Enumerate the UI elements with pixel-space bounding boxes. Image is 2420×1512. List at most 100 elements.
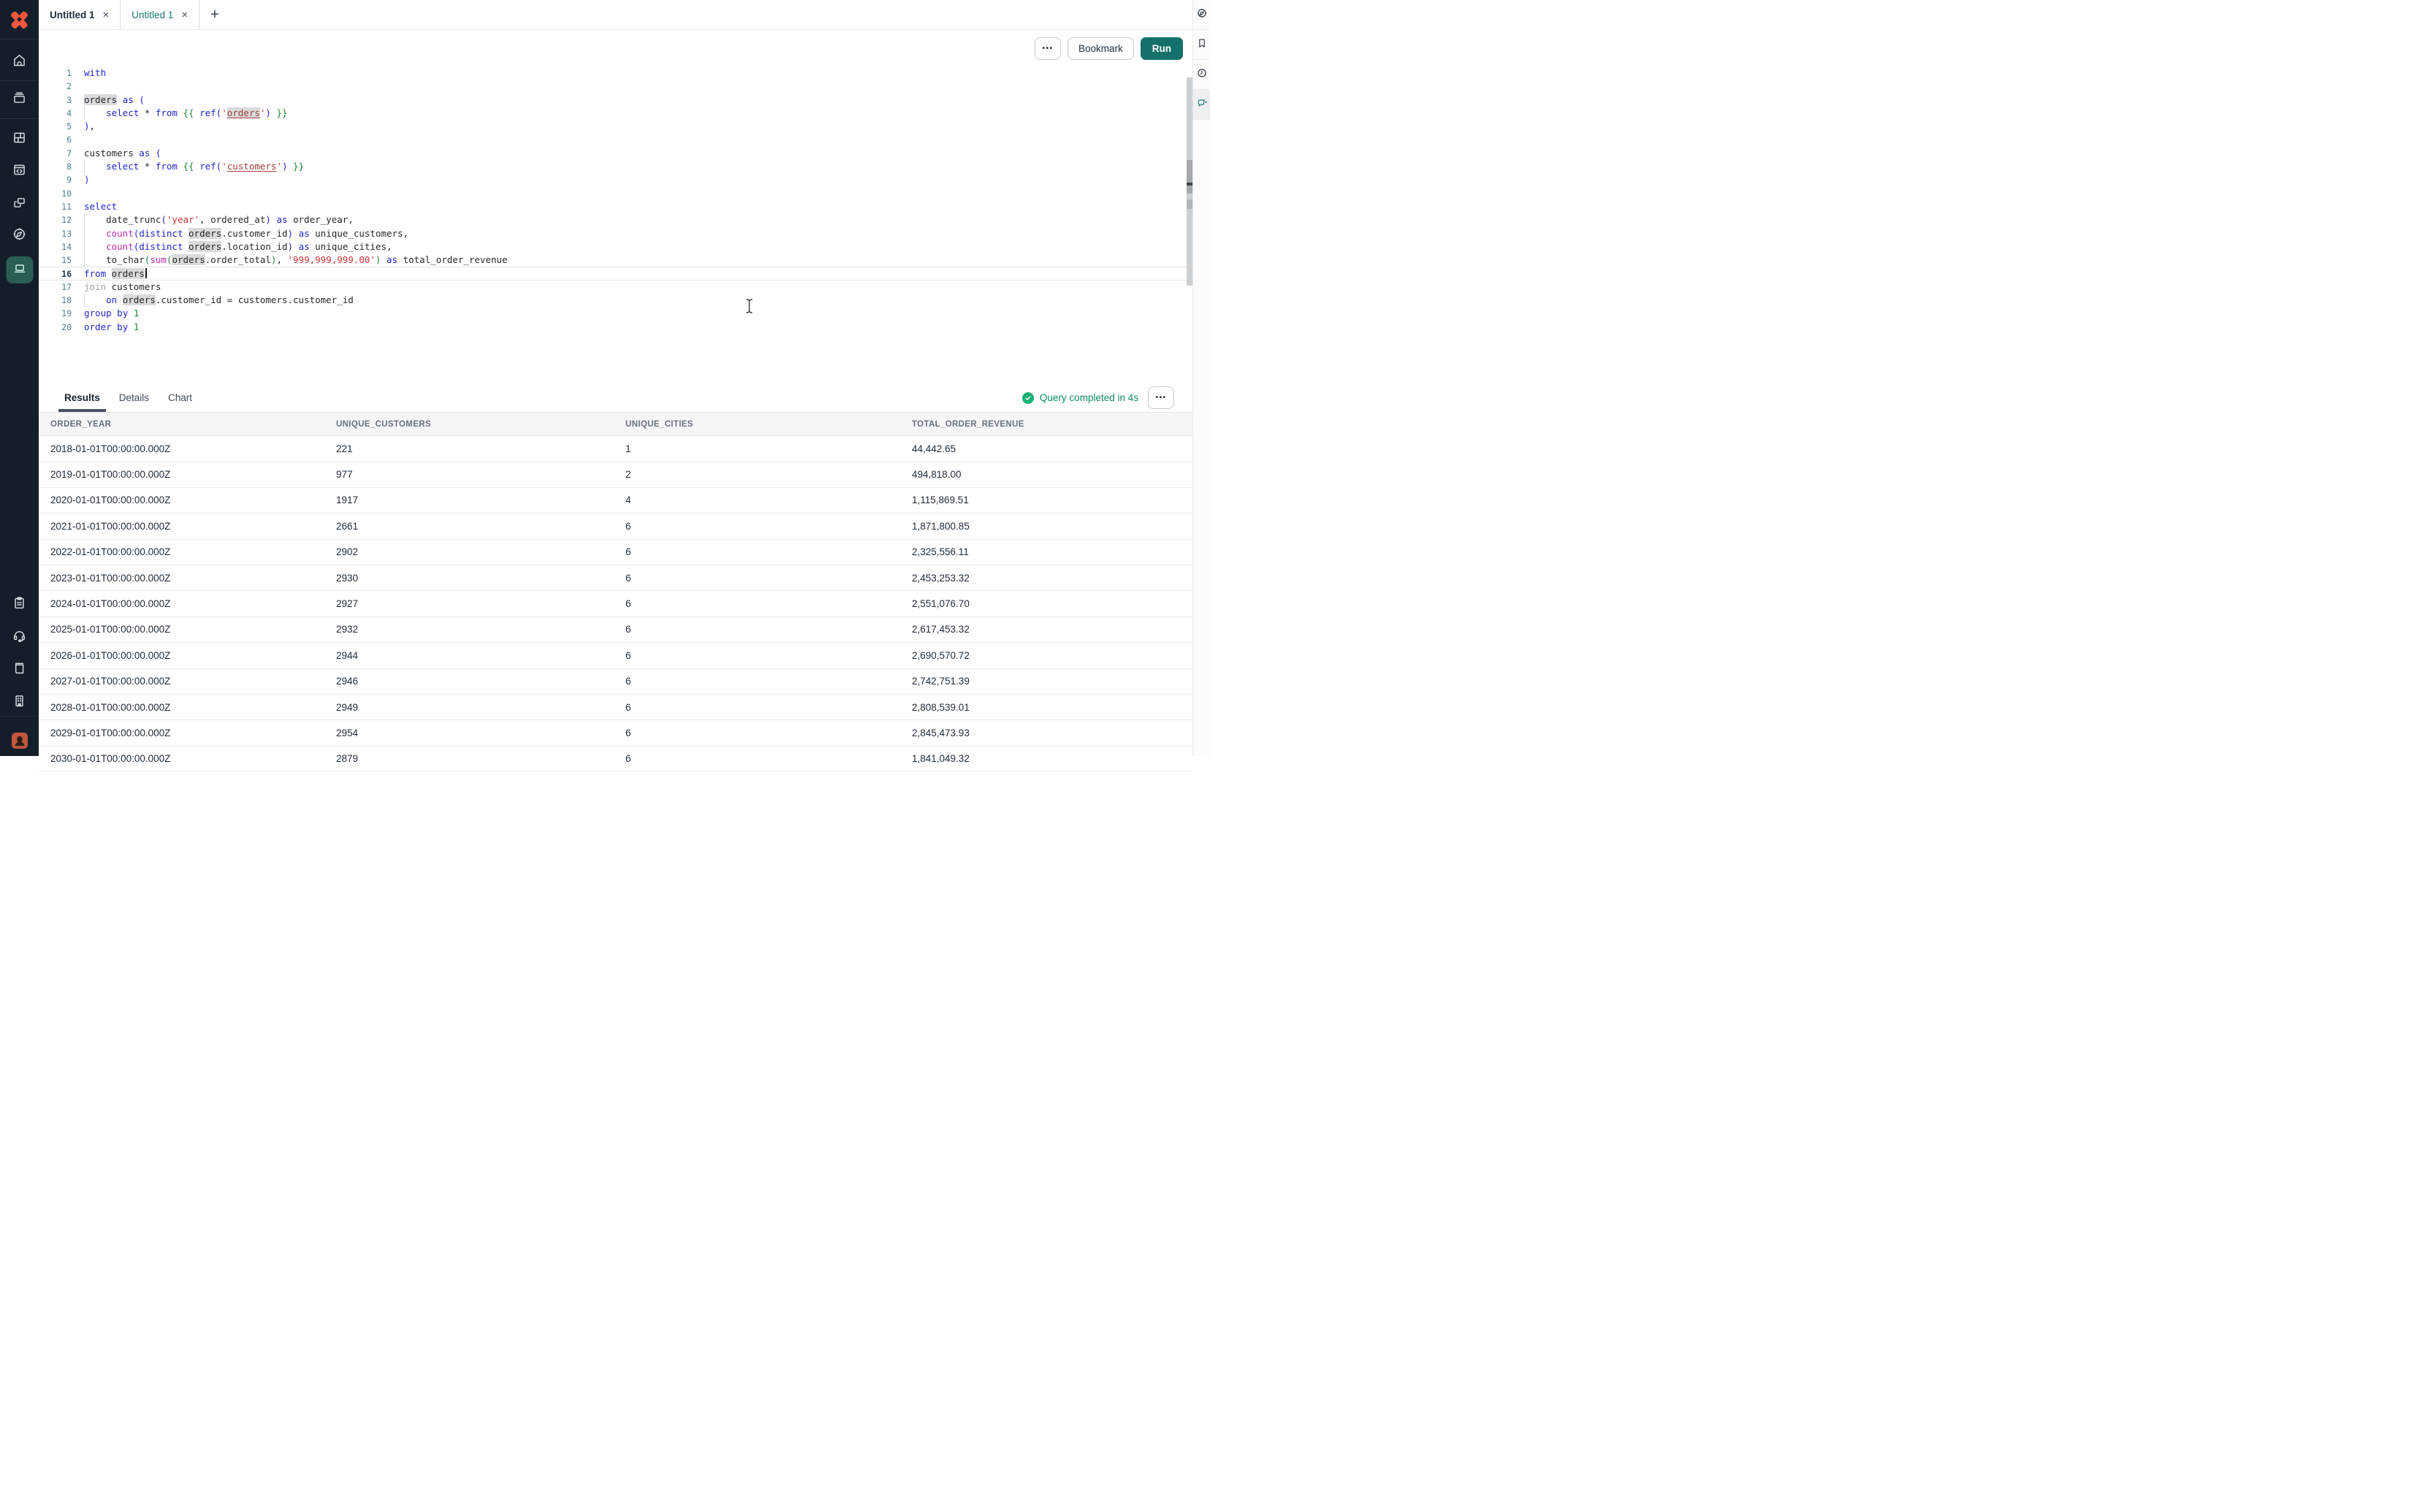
bookmark-button[interactable]: Bookmark bbox=[1068, 37, 1134, 60]
code-token: ' bbox=[221, 107, 227, 118]
right-sidebar-item-bookmark[interactable] bbox=[1193, 30, 1210, 60]
close-tab-icon[interactable]: × bbox=[181, 9, 188, 21]
column-header-total_order_revenue[interactable]: TOTAL_ORDER_REVENUE bbox=[900, 420, 1193, 429]
column-header-order_year[interactable]: ORDER_YEAR bbox=[39, 420, 324, 429]
table-row[interactable]: 2023-01-01T00:00:00.000Z293062,453,253.3… bbox=[39, 565, 1193, 591]
right-sidebar-item-history[interactable] bbox=[1193, 60, 1210, 90]
results-panel: ResultsDetailsChart Query completed in 4… bbox=[39, 383, 1193, 756]
code-line-17[interactable]: 17join customers bbox=[39, 280, 1193, 294]
table-cell: 2,845,473.93 bbox=[900, 728, 1193, 738]
code-line-7[interactable]: 7customers as ( bbox=[39, 147, 1193, 160]
code-line-5[interactable]: 5), bbox=[39, 120, 1193, 133]
code-token: ref bbox=[199, 107, 216, 118]
line-number: 20 bbox=[39, 321, 72, 334]
code-token: ) bbox=[265, 214, 271, 225]
run-button[interactable]: Run bbox=[1141, 37, 1183, 60]
table-row[interactable]: 2022-01-01T00:00:00.000Z290262,325,556.1… bbox=[39, 540, 1193, 565]
hex-logo[interactable] bbox=[0, 0, 39, 39]
results-tab-details[interactable]: Details bbox=[113, 383, 155, 412]
line-number: 2 bbox=[39, 80, 72, 93]
line-number: 19 bbox=[39, 307, 72, 320]
table-cell: 2,742,751.39 bbox=[900, 676, 1193, 687]
column-header-unique_cities[interactable]: UNIQUE_CITIES bbox=[614, 420, 900, 429]
results-tab-chart[interactable]: Chart bbox=[162, 383, 198, 412]
table-row[interactable]: 2024-01-01T00:00:00.000Z292762,551,076.7… bbox=[39, 591, 1193, 616]
sidebar-divider bbox=[0, 80, 39, 81]
code-token: select bbox=[84, 201, 117, 212]
table-cell: 2,325,556.11 bbox=[900, 546, 1193, 557]
sidebar-item-book[interactable] bbox=[7, 657, 32, 682]
table-cell: 2930 bbox=[324, 573, 614, 584]
code-token bbox=[84, 228, 106, 239]
code-token: total_order_revenue bbox=[397, 254, 508, 265]
table-cell: 44,442.65 bbox=[900, 443, 1193, 454]
code-line-20[interactable]: 20order by 1 bbox=[39, 321, 1193, 334]
code-line-16[interactable]: 16from orders bbox=[39, 267, 1193, 280]
table-row[interactable]: 2018-01-01T00:00:00.000Z221144,442.65 bbox=[39, 436, 1193, 462]
sidebar-item-archive[interactable] bbox=[7, 87, 32, 112]
column-header-unique_customers[interactable]: UNIQUE_CUSTOMERS bbox=[324, 420, 614, 429]
code-token: {{ bbox=[183, 161, 194, 172]
code-line-4[interactable]: 4 select * from {{ ref('orders') }} bbox=[39, 107, 1193, 120]
table-row[interactable]: 2028-01-01T00:00:00.000Z294962,808,539.0… bbox=[39, 695, 1193, 720]
code-token bbox=[106, 268, 112, 279]
code-line-13[interactable]: 13 count(distinct orders.customer_id) as… bbox=[39, 227, 1193, 240]
chat-sparkle-icon bbox=[1196, 97, 1208, 112]
more-options-button[interactable]: ••• bbox=[1035, 37, 1061, 60]
code-line-2[interactable]: 2 bbox=[39, 80, 1193, 93]
code-line-19[interactable]: 19group by 1 bbox=[39, 307, 1193, 320]
code-line-18[interactable]: 18 on orders.customer_id = customers.cus… bbox=[39, 294, 1193, 307]
code-line-15[interactable]: 15 to_char(sum(orders.order_total), '999… bbox=[39, 253, 1193, 267]
new-tab-button[interactable]: + bbox=[199, 0, 230, 29]
sidebar-item-windows[interactable] bbox=[7, 192, 32, 217]
code-line-11[interactable]: 11select bbox=[39, 200, 1193, 213]
table-row[interactable]: 2030-01-01T00:00:00.000Z287961,841,049.3… bbox=[39, 747, 1193, 772]
check-circle-icon bbox=[1022, 392, 1034, 404]
close-tab-icon[interactable]: × bbox=[103, 9, 110, 21]
code-line-14[interactable]: 14 count(distinct orders.location_id) as… bbox=[39, 240, 1193, 253]
sidebar-item-laptop[interactable] bbox=[6, 256, 33, 283]
table-cell: 2020-01-01T00:00:00.000Z bbox=[39, 495, 324, 505]
table-row[interactable]: 2029-01-01T00:00:00.000Z295462,845,473.9… bbox=[39, 720, 1193, 746]
table-row[interactable]: 2019-01-01T00:00:00.000Z9772494,818.00 bbox=[39, 462, 1193, 487]
code-token: customers bbox=[84, 148, 134, 159]
table-row[interactable]: 2027-01-01T00:00:00.000Z294662,742,751.3… bbox=[39, 669, 1193, 695]
code-token bbox=[288, 161, 294, 172]
code-line-3[interactable]: 3orders as ( bbox=[39, 93, 1193, 107]
document-tab-2[interactable]: Untitled 1× bbox=[121, 0, 199, 29]
sql-editor[interactable]: 1with23orders as (4 select * from {{ ref… bbox=[39, 66, 1193, 383]
code-token: }} bbox=[276, 107, 287, 118]
right-sidebar-item-ai-assistant[interactable] bbox=[1193, 90, 1210, 120]
table-row[interactable]: 2026-01-01T00:00:00.000Z294462,690,570.7… bbox=[39, 643, 1193, 668]
code-token: ) bbox=[84, 121, 90, 131]
sidebar-item-clipboard[interactable] bbox=[7, 592, 32, 617]
sidebar-item-compass[interactable] bbox=[7, 224, 32, 248]
table-row[interactable]: 2025-01-01T00:00:00.000Z293262,617,453.3… bbox=[39, 617, 1193, 643]
code-line-6[interactable]: 6 bbox=[39, 133, 1193, 146]
code-token: select bbox=[106, 107, 139, 118]
table-row[interactable]: 2020-01-01T00:00:00.000Z191741,115,869.5… bbox=[39, 488, 1193, 513]
code-line-12[interactable]: 12 date_trunc('year', ordered_at) as ord… bbox=[39, 213, 1193, 226]
code-token: ) bbox=[288, 241, 294, 252]
sidebar-item-home[interactable] bbox=[7, 50, 32, 75]
sidebar-item-code-window[interactable] bbox=[7, 159, 32, 184]
table-cell: 2,808,539.01 bbox=[900, 702, 1193, 713]
code-line-9[interactable]: 9) bbox=[39, 173, 1193, 186]
code-line-10[interactable]: 10 bbox=[39, 187, 1193, 200]
code-token: as bbox=[123, 94, 134, 105]
sidebar-item-building[interactable] bbox=[7, 690, 32, 715]
text-cursor bbox=[145, 268, 147, 278]
table-cell: 1917 bbox=[324, 495, 614, 505]
code-line-8[interactable]: 8 select * from {{ ref('customers') }} bbox=[39, 160, 1193, 173]
code-line-1[interactable]: 1with bbox=[39, 66, 1193, 80]
sidebar-item-user-avatar[interactable] bbox=[12, 734, 28, 750]
table-cell: 1 bbox=[614, 443, 900, 454]
sidebar-item-grid[interactable] bbox=[7, 127, 32, 152]
results-more-button[interactable]: ••• bbox=[1148, 386, 1174, 409]
results-tab-results[interactable]: Results bbox=[58, 383, 106, 412]
sidebar-item-headset[interactable] bbox=[7, 625, 32, 650]
right-sidebar-item-compass[interactable] bbox=[1193, 0, 1210, 30]
document-tab-1[interactable]: Untitled 1× bbox=[39, 0, 121, 29]
table-row[interactable]: 2021-01-01T00:00:00.000Z266161,871,800.8… bbox=[39, 513, 1193, 539]
table-cell: 6 bbox=[614, 728, 900, 738]
